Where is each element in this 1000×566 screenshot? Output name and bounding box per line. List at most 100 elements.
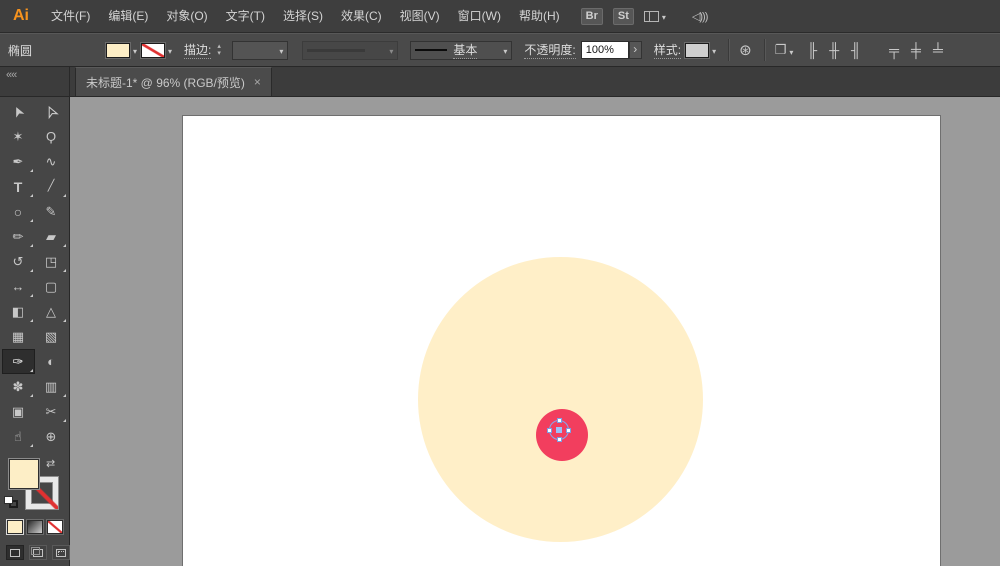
toolbar-collapse-button[interactable]: «« <box>0 67 70 97</box>
fill-color-picker[interactable] <box>106 43 137 58</box>
direct-selection-tool[interactable]: ➤ <box>35 99 68 124</box>
pen-tool[interactable]: ✒ <box>2 149 35 174</box>
opacity-panel-link[interactable]: 不透明度: <box>524 41 575 59</box>
mesh-tool[interactable]: ▦ <box>2 324 35 349</box>
free-transform-tool[interactable]: ▢ <box>35 274 68 299</box>
zoom-tool[interactable]: ⊕ <box>35 424 68 449</box>
default-fill-icon <box>4 496 13 504</box>
align-vertical-center[interactable]: ╪ <box>911 43 921 57</box>
width-profile-select[interactable] <box>302 41 398 60</box>
center-point-icon <box>556 427 562 433</box>
stroke-weight-select[interactable] <box>232 41 288 60</box>
stock-button[interactable]: St <box>613 8 634 25</box>
hand-tool[interactable]: ☝ <box>2 424 35 449</box>
recolor-artwork-button[interactable]: ⊛ <box>739 43 752 58</box>
none-button[interactable] <box>47 520 63 534</box>
lasso-tool[interactable]: Ϙ <box>35 124 68 149</box>
gradient-tool[interactable]: ▧ <box>35 324 68 349</box>
stroke-color-picker[interactable] <box>141 43 172 58</box>
fill-stroke-indicator: ⇄ <box>0 458 70 518</box>
selection-tool[interactable]: ➤ <box>2 99 35 124</box>
menu-effect[interactable]: 效果(C) <box>332 0 391 32</box>
align-horizontal-left[interactable]: ╟ <box>807 43 817 57</box>
anchor-point[interactable] <box>557 437 562 442</box>
menu-view[interactable]: 视图(V) <box>391 0 449 32</box>
scale-tool-icon: ◳ <box>45 255 57 268</box>
align-vertical-top[interactable]: ╤ <box>889 43 899 57</box>
perspective-grid-tool[interactable]: △ <box>35 299 68 324</box>
bridge-button[interactable]: Br <box>581 8 603 25</box>
flyout-indicator <box>30 444 33 447</box>
width-tool[interactable]: ↔ <box>2 274 35 299</box>
magic-wand-tool-icon: ✶ <box>13 130 24 143</box>
anchor-point[interactable] <box>547 428 552 433</box>
menu-object[interactable]: 对象(O) <box>157 0 216 32</box>
share-screen-icon[interactable]: ◁))) <box>692 10 707 23</box>
draw-inside-button[interactable] <box>52 545 70 560</box>
selected-tiny-ellipse[interactable] <box>549 420 569 440</box>
eyedropper-tool[interactable]: ✑ <box>2 349 35 374</box>
color-button[interactable] <box>7 520 23 534</box>
anchor-point[interactable] <box>566 428 571 433</box>
symbol-sprayer-tool[interactable]: ✽ <box>2 374 35 399</box>
hand-tool-icon: ☝ <box>14 430 22 443</box>
opacity-input[interactable]: 100% <box>581 41 629 59</box>
align-horizontal-right[interactable]: ╢ <box>851 43 861 57</box>
eraser-tool[interactable]: ▰ <box>35 224 68 249</box>
draw-behind-button[interactable] <box>29 545 47 560</box>
rotate-tool[interactable]: ↺ <box>2 249 35 274</box>
draw-normal-button[interactable] <box>6 545 24 560</box>
scale-tool[interactable]: ◳ <box>35 249 68 274</box>
artboard-tool[interactable]: ▣ <box>2 399 35 424</box>
style-panel-link[interactable]: 样式: <box>654 41 681 59</box>
style-swatch <box>685 43 709 58</box>
brush-name-label: 基本 <box>453 41 477 59</box>
pencil-tool-icon: ✏ <box>13 230 24 243</box>
swap-fill-stroke-button[interactable]: ⇄ <box>46 459 55 470</box>
curvature-tool[interactable]: ∿ <box>35 149 68 174</box>
flyout-indicator <box>30 319 33 322</box>
opacity-expand-button[interactable]: › <box>629 41 642 59</box>
app-logo: Ai <box>0 7 42 25</box>
large-ellipse-shape[interactable] <box>418 257 703 542</box>
column-graph-tool[interactable]: ▥ <box>35 374 68 399</box>
brush-definition-select[interactable]: 基本 <box>410 41 512 60</box>
pencil-tool[interactable]: ✏ <box>2 224 35 249</box>
stroke-weight-stepper[interactable] <box>217 41 229 59</box>
blend-tool[interactable]: ◐ <box>35 349 68 374</box>
width-tool-icon: ↔ <box>12 280 25 293</box>
menu-select[interactable]: 选择(S) <box>274 0 332 32</box>
document-setup-button[interactable]: ❐ <box>775 42 794 58</box>
stroke-panel-link[interactable]: 描边: <box>184 41 211 59</box>
flyout-indicator <box>63 269 66 272</box>
align-vertical-bottom[interactable]: ╧ <box>933 43 943 57</box>
menu-edit[interactable]: 编辑(E) <box>99 0 157 32</box>
fill-indicator[interactable] <box>8 458 40 490</box>
flyout-indicator <box>63 319 66 322</box>
paintbrush-tool[interactable]: ✎ <box>35 199 68 224</box>
magic-wand-tool[interactable]: ✶ <box>2 124 35 149</box>
close-tab-button[interactable]: × <box>254 75 261 89</box>
shape-builder-tool[interactable]: ◧ <box>2 299 35 324</box>
document-tab[interactable]: 未标题-1* @ 96% (RGB/预览) × <box>75 67 272 96</box>
eyedropper-tool-icon: ✑ <box>13 355 24 368</box>
brush-stroke-preview <box>415 49 447 51</box>
line-segment-tool[interactable]: ╱ <box>35 174 68 199</box>
ellipse-tool-icon: ○ <box>14 205 22 219</box>
menu-file[interactable]: 文件(F) <box>42 0 99 32</box>
gradient-button[interactable] <box>27 520 43 534</box>
workspace-switcher[interactable] <box>644 7 666 25</box>
canvas[interactable] <box>70 97 1000 566</box>
flyout-indicator <box>30 269 33 272</box>
style-picker[interactable] <box>685 43 716 58</box>
default-fill-stroke-button[interactable] <box>4 496 19 509</box>
direct-selection-tool-icon: ➤ <box>42 103 60 120</box>
align-horizontal-center[interactable]: ╫ <box>829 43 839 57</box>
menu-help[interactable]: 帮助(H) <box>510 0 569 32</box>
anchor-point[interactable] <box>557 418 562 423</box>
menu-window[interactable]: 窗口(W) <box>449 0 510 32</box>
slice-tool[interactable]: ✂ <box>35 399 68 424</box>
type-tool[interactable]: T <box>2 174 35 199</box>
ellipse-tool[interactable]: ○ <box>2 199 35 224</box>
menu-type[interactable]: 文字(T) <box>217 0 274 32</box>
